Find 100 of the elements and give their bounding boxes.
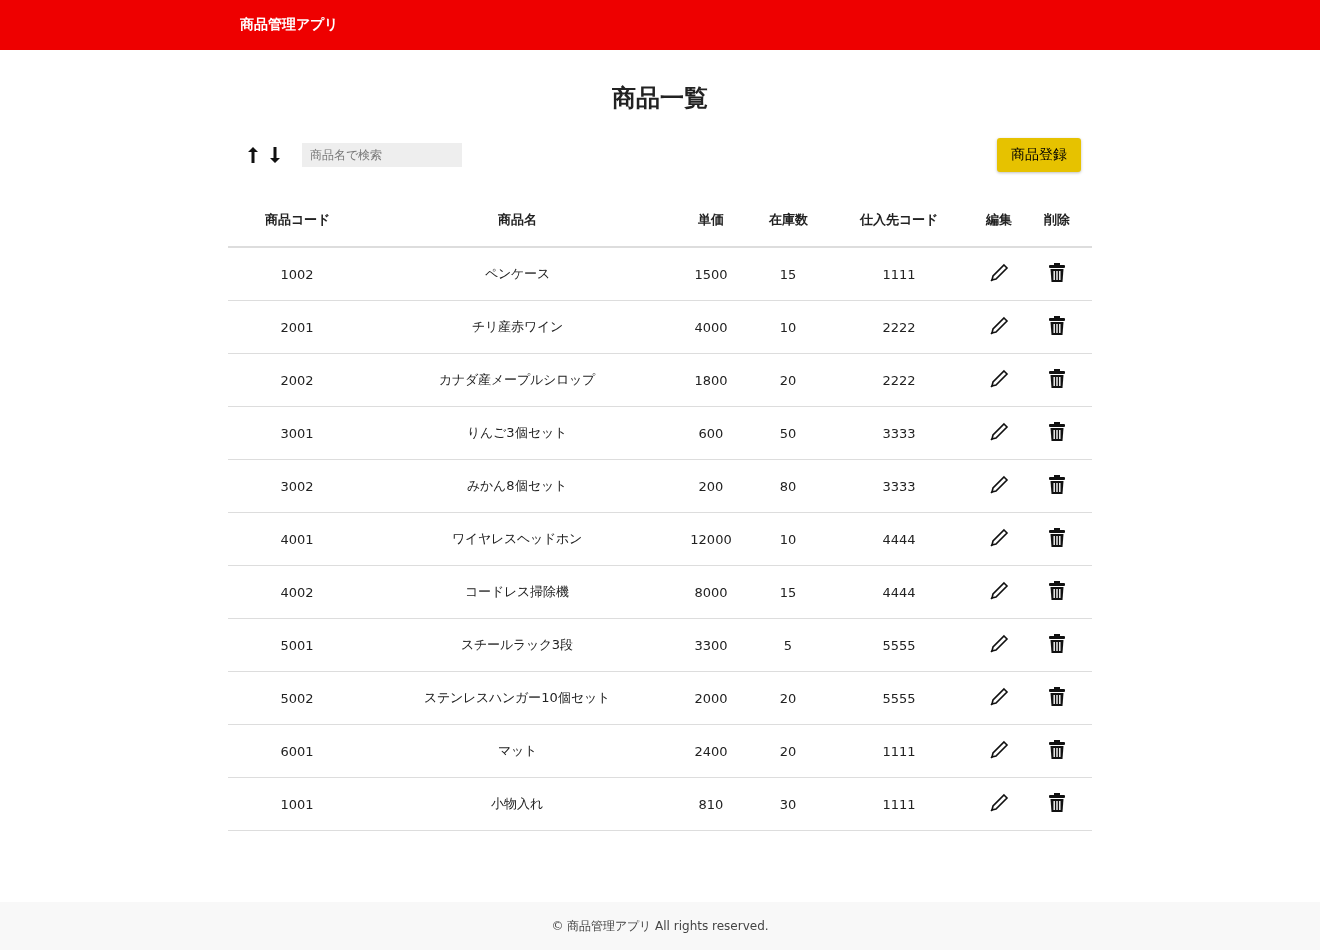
table-cell: 12000 [668,512,754,566]
table-cell: マット [366,724,668,778]
delete-button[interactable] [1049,369,1065,388]
edit-button[interactable] [989,739,1009,760]
pencil-icon [989,421,1009,442]
table-cell: 20 [754,724,822,778]
table-cell: チリ産赤ワイン [366,300,668,354]
edit-button[interactable] [989,368,1009,389]
page-title: 商品一覧 [611,83,709,114]
delete-button[interactable] [1049,581,1065,600]
table-cell: 1111 [822,777,976,831]
trash-icon [1049,634,1065,653]
pencil-icon [989,633,1009,654]
trash-icon [1049,422,1065,441]
column-header: 商品名 [366,194,668,247]
delete-button[interactable] [1049,475,1065,494]
delete-button[interactable] [1049,263,1065,282]
app-title: 商品管理アプリ [240,16,338,34]
table-cell: 50 [754,406,822,460]
pencil-icon [989,527,1009,548]
table-cell: 1800 [668,353,754,407]
table-cell: 3333 [822,459,976,513]
pencil-icon [989,686,1009,707]
table-cell: 3001 [228,406,366,460]
pencil-icon [989,474,1009,495]
search-field[interactable]: 商品名で検索 [302,143,462,167]
delete-button[interactable] [1049,422,1065,441]
pencil-icon [989,368,1009,389]
table-cell: 10 [754,512,822,566]
table-cell: カナダ産メープルシロップ [366,353,668,407]
table-cell: 5555 [822,618,976,672]
trash-icon [1049,369,1065,388]
table-cell: 5001 [228,618,366,672]
table-cell: ステンレスハンガー10個セット [366,671,668,725]
delete-button[interactable] [1049,793,1065,812]
table-cell: 4000 [668,300,754,354]
trash-icon [1049,528,1065,547]
column-header: 仕入先コード [822,194,976,247]
pencil-icon [989,792,1009,813]
table-cell: 30 [754,777,822,831]
trash-icon [1049,475,1065,494]
trash-icon [1049,793,1065,812]
edit-button[interactable] [989,792,1009,813]
pencil-icon [989,580,1009,601]
edit-button[interactable] [989,262,1009,283]
arrow-up-icon [248,147,258,163]
table-cell: 20 [754,353,822,407]
table-cell: 2222 [822,300,976,354]
column-header: 商品コード [228,194,366,247]
table-cell: 4444 [822,565,976,619]
table-cell: 4001 [228,512,366,566]
table-cell: ペンケース [366,247,668,301]
sort-descending-button[interactable] [268,147,282,163]
table-cell: 2222 [822,353,976,407]
table-cell: 3002 [228,459,366,513]
table-cell: 5002 [228,671,366,725]
table-cell: 810 [668,777,754,831]
table-cell: 2002 [228,353,366,407]
delete-button[interactable] [1049,528,1065,547]
register-button[interactable]: 商品登録 [997,138,1081,172]
table-cell: 1111 [822,724,976,778]
edit-button[interactable] [989,686,1009,707]
table-cell: 15 [754,565,822,619]
table-cell: 4444 [822,512,976,566]
table-cell: 20 [754,671,822,725]
trash-icon [1049,581,1065,600]
edit-button[interactable] [989,527,1009,548]
table-cell: 2000 [668,671,754,725]
table-cell: 6001 [228,724,366,778]
sort-ascending-button[interactable] [246,147,260,163]
delete-button[interactable] [1049,740,1065,759]
edit-button[interactable] [989,474,1009,495]
delete-button[interactable] [1049,316,1065,335]
table-cell: 2400 [668,724,754,778]
pencil-icon [989,739,1009,760]
edit-button[interactable] [989,421,1009,442]
trash-icon [1049,263,1065,282]
trash-icon [1049,316,1065,335]
table-cell: 3300 [668,618,754,672]
table-cell: 1002 [228,247,366,301]
column-header: 削除 [1022,194,1092,247]
table-cell: 小物入れ [366,777,668,831]
table-cell: りんご3個セット [366,406,668,460]
table-cell: 15 [754,247,822,301]
trash-icon [1049,687,1065,706]
edit-button[interactable] [989,315,1009,336]
table-cell: コードレス掃除機 [366,565,668,619]
table-cell: 1500 [668,247,754,301]
edit-button[interactable] [989,633,1009,654]
delete-button[interactable] [1049,634,1065,653]
arrow-down-icon [270,147,280,163]
delete-button[interactable] [1049,687,1065,706]
copyright-text: © 商品管理アプリ All rights reserved. [551,917,769,935]
edit-button[interactable] [989,580,1009,601]
table-cell: スチールラック3段 [366,618,668,672]
table-cell: 1001 [228,777,366,831]
table-cell: 10 [754,300,822,354]
column-header: 在庫数 [754,194,822,247]
pencil-icon [989,262,1009,283]
table-cell: ワイヤレスヘッドホン [366,512,668,566]
